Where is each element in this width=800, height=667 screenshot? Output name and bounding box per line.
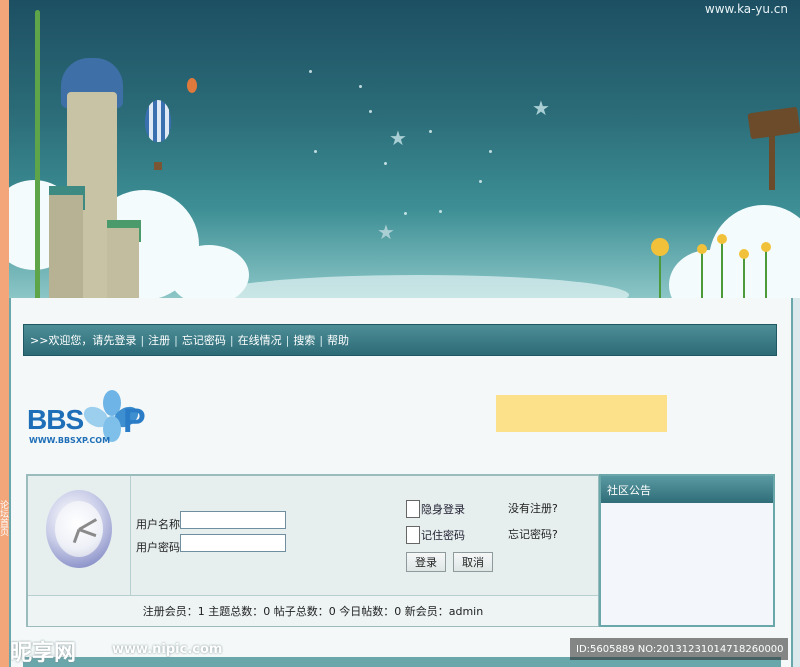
nav-item-register[interactable]: 注册 [148, 332, 170, 348]
balloon-basket [154, 162, 162, 170]
login-panel: 用户名称: 用户密码: 隐身登录 记住密码 登录 取消 没有注册? 忘记密码? … [26, 474, 600, 627]
star-decoration [439, 210, 442, 213]
signpost-icon [747, 106, 800, 140]
watermark-url: www.nipic.com [112, 642, 223, 657]
nav-separator: | [140, 333, 145, 347]
left-strip-text: 论坛首页 [0, 500, 8, 536]
star-decoration [369, 110, 372, 113]
star-decoration [404, 212, 407, 215]
username-label: 用户名称: [136, 518, 184, 531]
clock-icon [46, 490, 112, 568]
login-button[interactable]: 登录 [406, 552, 446, 572]
flower-icon [761, 242, 771, 252]
forgot-password-link[interactable]: 忘记密码? [508, 526, 558, 542]
flower-stem [743, 255, 745, 298]
nav-item-forgot-password[interactable]: 忘记密码 [182, 332, 226, 348]
top-nav-bar: >> 欢迎您，请先登录 | 注册 | 忘记密码 | 在线情况 | 搜索 | 帮助 [23, 324, 777, 356]
remember-password-label: 记住密码 [421, 529, 465, 542]
notice-panel: 社区公告 [599, 474, 775, 627]
watermark-id: ID:5605889 NO:20131231014718260000 [570, 638, 788, 660]
star-decoration [384, 162, 387, 165]
cloud-decoration [209, 275, 629, 298]
vine-decoration [35, 10, 40, 298]
username-input[interactable] [180, 511, 286, 529]
nav-item-help[interactable]: 帮助 [327, 332, 349, 348]
banner-site-url: www.ka-yu.cn [704, 2, 788, 16]
watermark-logo: 昵享网 [10, 641, 77, 666]
hide-login-option[interactable]: 隐身登录 [406, 500, 465, 518]
flower-icon [739, 249, 749, 259]
castle-tower [107, 228, 139, 298]
remember-password-option[interactable]: 记住密码 [406, 526, 465, 544]
ad-banner[interactable] [496, 395, 667, 432]
star-decoration [479, 180, 482, 183]
star-icon: ★ [532, 96, 550, 120]
star-decoration [309, 70, 312, 73]
star-icon: ★ [377, 220, 395, 244]
logo-text: BBS [27, 404, 84, 435]
flower-stem [765, 248, 767, 298]
hide-login-label: 隐身登录 [421, 503, 465, 516]
cancel-button[interactable]: 取消 [453, 552, 493, 572]
castle-tower [49, 195, 83, 298]
flower-icon [717, 234, 727, 244]
logo-suffix: P [123, 402, 146, 440]
nav-item-welcome-login[interactable]: 欢迎您，请先登录 [48, 332, 136, 348]
flower-icon [697, 244, 707, 254]
nav-prefix: >> [30, 333, 49, 347]
star-decoration [359, 85, 362, 88]
star-decoration [489, 150, 492, 153]
no-register-link[interactable]: 没有注册? [508, 500, 558, 516]
forum-stats: 注册会员：1 主题总数：0 帖子总数：0 今日帖数：0 新会员：admin [28, 595, 598, 626]
flower-stem [659, 252, 661, 298]
nav-separator: | [319, 333, 324, 347]
star-decoration [314, 150, 317, 153]
signpost-pole [769, 130, 775, 190]
star-icon: ★ [389, 126, 407, 150]
nav-item-online-status[interactable]: 在线情况 [238, 332, 282, 348]
logo-url: WWW.BBSXP.COM [29, 436, 111, 445]
header-banner: www.ka-yu.cn ★ ★ ★ [9, 0, 800, 298]
hot-air-balloon-icon [187, 78, 197, 93]
nav-separator: | [174, 333, 178, 347]
password-label: 用户密码: [136, 541, 184, 554]
nav-item-search[interactable]: 搜索 [293, 332, 315, 348]
main-content: >> 欢迎您，请先登录 | 注册 | 忘记密码 | 在线情况 | 搜索 | 帮助… [9, 298, 793, 667]
password-input[interactable] [180, 534, 286, 552]
hot-air-balloon-icon [145, 100, 171, 142]
left-strip: 论坛首页 [0, 0, 9, 667]
flower-stem [701, 250, 703, 298]
hide-login-checkbox[interactable] [406, 500, 420, 518]
clock-column [28, 476, 131, 595]
notice-title: 社区公告 [601, 476, 773, 503]
site-logo[interactable]: BBS P WWW.BBSXP.COM [27, 380, 167, 450]
flower-stem [721, 240, 723, 298]
remember-password-checkbox[interactable] [406, 526, 420, 544]
nav-separator: | [285, 333, 290, 347]
nav-separator: | [229, 333, 234, 347]
star-decoration [429, 130, 432, 133]
flower-icon [651, 238, 669, 256]
